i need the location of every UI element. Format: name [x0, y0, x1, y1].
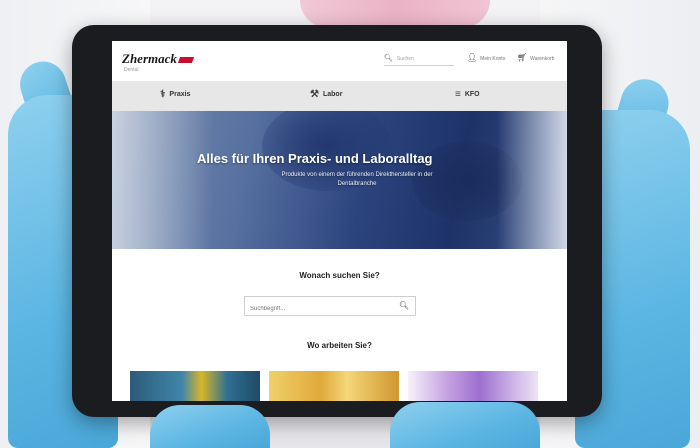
right-glove-fingers — [390, 402, 540, 448]
header-search[interactable]: 🔍︎ Suchen — [384, 53, 454, 66]
tooth-icon: ⚕ — [160, 89, 166, 100]
search-icon[interactable]: 🔍︎ — [399, 301, 409, 310]
hero-title: Alles für Ihren Praxis- und Laboralltag — [197, 151, 433, 166]
workplace-section-title: Wo arbeiten Sie? — [307, 341, 372, 350]
account-link[interactable]: 👤︎ Mein Konto — [467, 53, 505, 62]
cart-icon: 🛒︎ — [517, 53, 528, 62]
brand-logo-mark — [177, 57, 194, 64]
site-header: Zhermack Dental 🔍︎ Suchen 👤︎ Mein Konto 🛒︎… — [112, 41, 567, 81]
cart-label: Warenkorb — [530, 56, 555, 62]
search-section-title: Wonach suchen Sie? — [299, 271, 380, 280]
brand-logo-sub: Dental — [124, 67, 139, 73]
hero-banner: Alles für Ihren Praxis- und Laboralltag … — [112, 111, 567, 249]
tablet-screen: Zhermack Dental 🔍︎ Suchen 👤︎ Mein Konto 🛒︎… — [112, 41, 567, 401]
pink-shirt — [300, 0, 490, 28]
main-nav: ⚕ Praxis ⚒ Labor ≡ KFO — [112, 81, 567, 111]
user-icon: 👤︎ — [467, 53, 478, 62]
braces-icon: ≡ — [455, 89, 461, 100]
tablet-device: Zhermack Dental 🔍︎ Suchen 👤︎ Mein Konto 🛒︎… — [72, 25, 602, 417]
account-label: Mein Konto — [480, 56, 506, 62]
product-search-input[interactable] — [245, 299, 392, 319]
nav-item-labor[interactable]: ⚒ Labor — [310, 89, 342, 100]
hero-wall-overlay — [497, 111, 567, 249]
search-icon: 🔍︎ — [384, 55, 393, 62]
workplace-tile-kfo[interactable] — [408, 371, 538, 401]
left-glove-fingers — [150, 405, 270, 448]
nav-item-kfo[interactable]: ≡ KFO — [455, 89, 480, 100]
nav-item-label: Praxis — [169, 91, 191, 98]
hero-subtitle: Produkte von einem der führenden Direkth… — [281, 172, 433, 187]
dental-tool-icon: ⚒ — [310, 89, 319, 100]
product-search-box: 🔍︎ — [244, 296, 416, 319]
nav-item-label: Labor — [322, 91, 343, 98]
brand-logo-text: Zhermack — [122, 51, 177, 66]
brand-logo[interactable]: Zhermack — [122, 51, 194, 67]
nav-item-label: KFO — [464, 91, 480, 98]
workplace-tile-praxis[interactable] — [130, 371, 260, 401]
header-search-placeholder: Suchen — [396, 56, 414, 62]
hero-light-overlay — [112, 111, 212, 249]
cart-link[interactable]: 🛒︎ Warenkorb — [517, 53, 554, 62]
workplace-tile-labor[interactable] — [269, 371, 399, 401]
nav-item-praxis[interactable]: ⚕ Praxis — [160, 89, 190, 100]
